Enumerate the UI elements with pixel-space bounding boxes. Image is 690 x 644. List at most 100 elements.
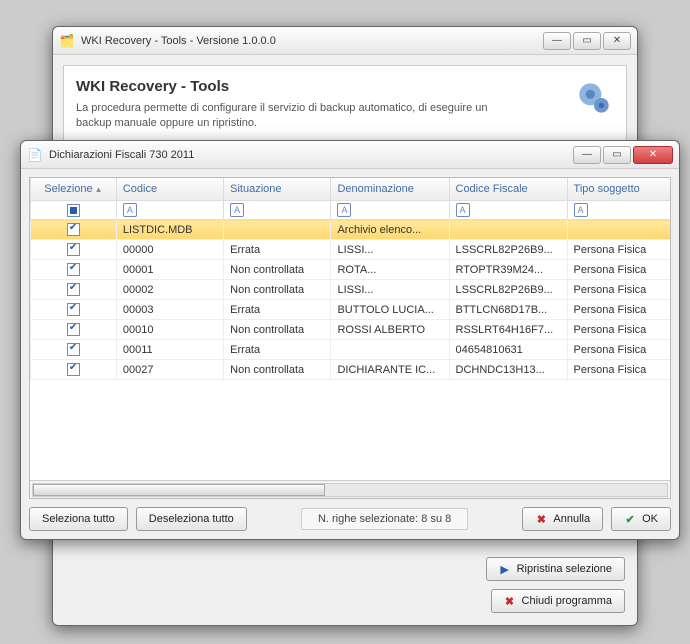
table-row[interactable]: 00001Non controllataROTA...RTOPTR39M24..… <box>31 260 672 280</box>
cell-selezione[interactable] <box>31 280 117 300</box>
restore-selection-label: Ripristina selezione <box>517 563 612 575</box>
filter-icon: A <box>230 203 244 217</box>
maximize-button[interactable]: ▭ <box>573 32 601 50</box>
col-codice[interactable]: Codice <box>116 178 223 201</box>
restore-selection-button[interactable]: ▶ Ripristina selezione <box>486 557 625 581</box>
info-panel: WKI Recovery - Tools La procedura permet… <box>63 65 627 145</box>
row-checkbox[interactable] <box>67 263 80 276</box>
col-denominazione[interactable]: Denominazione <box>331 178 449 201</box>
cell-selezione[interactable] <box>31 220 117 240</box>
table-row[interactable]: 00010Non controllataROSSI ALBERTORSSLRT6… <box>31 320 672 340</box>
minimize-button[interactable]: — <box>543 32 571 50</box>
ok-button[interactable]: ✔ OK <box>611 507 671 531</box>
info-heading: WKI Recovery - Tools <box>76 78 614 95</box>
cell-tipo-soggetto: Persona Fisica <box>567 280 671 300</box>
ok-check-icon: ✔ <box>624 513 636 525</box>
cell-denominazione: LISSI... <box>331 280 449 300</box>
filter-tipo-soggetto[interactable]: A <box>567 201 671 220</box>
filter-denominazione[interactable]: A <box>331 201 449 220</box>
gear-icon <box>572 76 616 120</box>
cell-denominazione: BUTTOLO LUCIA... <box>331 300 449 320</box>
cell-codice-fiscale: LSSCRL82P26B9... <box>449 240 567 260</box>
cell-denominazione: ROTA... <box>331 260 449 280</box>
main-titlebar[interactable]: 🗂️ WKI Recovery - Tools - Versione 1.0.0… <box>53 27 637 55</box>
table-row[interactable]: 00011Errata04654810631Persona Fisica730 … <box>31 340 672 360</box>
dialog-close-button[interactable]: ✕ <box>633 146 673 164</box>
table-row[interactable]: 00000ErrataLISSI...LSSCRL82P26B9...Perso… <box>31 240 672 260</box>
row-checkbox[interactable] <box>67 343 80 356</box>
close-x-icon: ✖ <box>504 595 516 607</box>
cell-tipo-soggetto: Persona Fisica <box>567 260 671 280</box>
cell-tipo-soggetto: Persona Fisica <box>567 300 671 320</box>
sort-icon: ▲ <box>95 185 103 194</box>
filter-icon: A <box>456 203 470 217</box>
filter-codice[interactable]: A <box>116 201 223 220</box>
row-checkbox[interactable] <box>67 243 80 256</box>
info-description: La procedura permette di configurare il … <box>76 101 506 132</box>
close-program-button[interactable]: ✖ Chiudi programma <box>491 589 625 613</box>
dialog-titlebar[interactable]: 📄 Dichiarazioni Fiscali 730 2011 — ▭ ✕ <box>21 141 679 169</box>
data-grid[interactable]: Selezione▲ Codice Situazione Denominazio… <box>29 177 671 499</box>
table-row[interactable]: 00002Non controllataLISSI...LSSCRL82P26B… <box>31 280 672 300</box>
col-codice-fiscale[interactable]: Codice Fiscale <box>449 178 567 201</box>
filter-codice-fiscale[interactable]: A <box>449 201 567 220</box>
cell-denominazione: Archivio elenco... <box>331 220 449 240</box>
main-title: WKI Recovery - Tools - Versione 1.0.0.0 <box>81 35 543 47</box>
filter-icon: A <box>574 203 588 217</box>
cell-selezione[interactable] <box>31 320 117 340</box>
ok-label: OK <box>642 513 658 525</box>
cell-codice: 00011 <box>116 340 223 360</box>
col-situazione[interactable]: Situazione <box>224 178 331 201</box>
cell-denominazione: LISSI... <box>331 240 449 260</box>
dialog-icon: 📄 <box>27 147 43 163</box>
cell-codice-fiscale: DCHNDC13H13... <box>449 360 567 380</box>
header-checkbox[interactable] <box>67 204 80 217</box>
cell-codice-fiscale <box>449 220 567 240</box>
cell-codice: 00000 <box>116 240 223 260</box>
cell-codice: 00010 <box>116 320 223 340</box>
cell-situazione: Errata <box>224 240 331 260</box>
cell-selezione[interactable] <box>31 240 117 260</box>
row-checkbox[interactable] <box>67 223 80 236</box>
cell-codice-fiscale: BTTLCN68D17B... <box>449 300 567 320</box>
cancel-label: Annulla <box>553 513 590 525</box>
table-row[interactable]: 00003ErrataBUTTOLO LUCIA...BTTLCN68D17B.… <box>31 300 672 320</box>
table-row[interactable]: LISTDIC.MDB Archivio elenco... <box>31 220 672 240</box>
filter-situazione[interactable]: A <box>224 201 331 220</box>
cell-denominazione: ROSSI ALBERTO <box>331 320 449 340</box>
scrollbar-thumb[interactable] <box>33 484 325 496</box>
cancel-x-icon: ✖ <box>535 513 547 525</box>
cell-situazione: Non controllata <box>224 360 331 380</box>
select-all-button[interactable]: Seleziona tutto <box>29 507 128 531</box>
cell-codice-fiscale: RSSLRT64H16F7... <box>449 320 567 340</box>
col-selezione[interactable]: Selezione▲ <box>31 178 117 201</box>
table-row[interactable]: 00027Non controllataDICHIARANTE IC...DCH… <box>31 360 672 380</box>
cell-codice-fiscale: 04654810631 <box>449 340 567 360</box>
cell-selezione[interactable] <box>31 360 117 380</box>
close-button[interactable]: ✕ <box>603 32 631 50</box>
app-icon: 🗂️ <box>59 33 75 49</box>
dialog-footer: Seleziona tutto Deseleziona tutto N. rig… <box>29 507 671 531</box>
cell-selezione[interactable] <box>31 340 117 360</box>
select-all-label: Seleziona tutto <box>42 513 115 525</box>
cell-codice: 00003 <box>116 300 223 320</box>
cell-codice: LISTDIC.MDB <box>116 220 223 240</box>
row-checkbox[interactable] <box>67 323 80 336</box>
cell-selezione[interactable] <box>31 260 117 280</box>
filter-selezione[interactable] <box>31 201 117 220</box>
row-checkbox[interactable] <box>67 363 80 376</box>
close-program-label: Chiudi programma <box>522 595 612 607</box>
dialog-minimize-button[interactable]: — <box>573 146 601 164</box>
col-tipo-soggetto[interactable]: Tipo soggetto <box>567 178 671 201</box>
row-checkbox[interactable] <box>67 303 80 316</box>
horizontal-scrollbar[interactable] <box>30 480 670 498</box>
cell-selezione[interactable] <box>31 300 117 320</box>
cell-tipo-soggetto: Persona Fisica <box>567 360 671 380</box>
cell-situazione: Non controllata <box>224 320 331 340</box>
row-checkbox[interactable] <box>67 283 80 296</box>
deselect-all-button[interactable]: Deseleziona tutto <box>136 507 247 531</box>
dialog-maximize-button[interactable]: ▭ <box>603 146 631 164</box>
filter-row: A A A A A A <box>31 201 672 220</box>
cell-tipo-soggetto: Persona Fisica <box>567 240 671 260</box>
cancel-button[interactable]: ✖ Annulla <box>522 507 603 531</box>
